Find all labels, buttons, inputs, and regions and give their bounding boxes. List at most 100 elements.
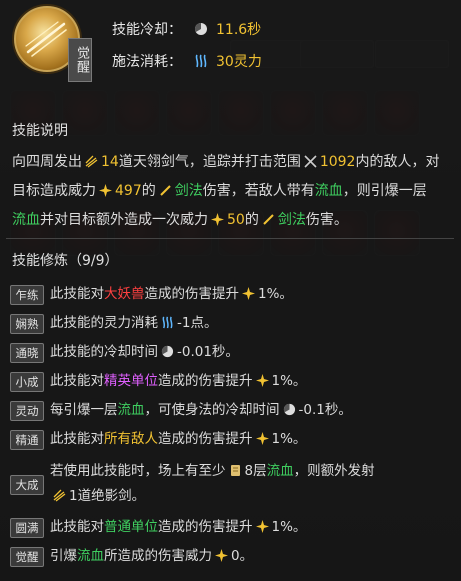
mod-desc: ，则额外发射: [293, 463, 375, 479]
mod-text: 引爆流血所造成的伤害威力 0。: [50, 547, 253, 566]
mod-desc: 此技能对: [50, 286, 104, 302]
desc-text: 向四周发出: [12, 154, 82, 170]
mod-value: 1%。: [271, 373, 307, 389]
skill-header: 觉醒 技能冷却： 11.6秒 施法消耗： 30灵力: [0, 0, 461, 88]
mod-keyword: 流血: [117, 402, 145, 418]
desc-text: 目标造成威力: [12, 183, 96, 199]
mod-value: -0.1秒。: [298, 402, 352, 418]
desc-text: 的: [141, 183, 156, 199]
mod-desc: 所造成的伤害威力: [104, 548, 212, 564]
mod-text: 每引爆一层流血，可使身法的冷却时间 -0.1秒。: [50, 401, 352, 420]
mod-desc: 此技能的灵力消耗: [50, 315, 158, 331]
mod-desc: 此技能对: [50, 431, 104, 447]
mod-value: -1点。: [177, 315, 218, 331]
mod-tag: 大成: [10, 475, 44, 495]
cooldown-value: 11.6秒: [216, 22, 262, 38]
mod-text: 此技能的冷却时间 -0.01秒。: [50, 343, 239, 362]
mod-value: 1%。: [271, 431, 307, 447]
power-star-icon: [215, 549, 228, 562]
mod-tag: 小成: [10, 372, 44, 392]
mod-tag: 娴熟: [10, 314, 44, 334]
mod-keyword: 精英单位: [104, 373, 158, 389]
desc-text: 并对目标额外造成一次威力: [40, 212, 208, 228]
description-title: 技能说明: [12, 123, 68, 139]
desc-keyword: 剑法: [277, 212, 306, 228]
mod-text: 此技能对所有敌人造成的伤害提升 1%。: [50, 430, 306, 449]
power-star-icon: [255, 520, 269, 533]
mod-keyword: 普通单位: [104, 519, 158, 535]
mod-desc: 此技能对: [50, 373, 104, 389]
mod-desc: 引爆: [50, 548, 77, 564]
cooldown-clock-icon: [194, 22, 208, 36]
section-divider: [6, 238, 454, 239]
mod-keyword: 8层: [244, 463, 267, 479]
awaken-badge: 觉醒: [68, 38, 92, 82]
mod-value: 1%。: [271, 519, 307, 535]
desc-text: 内的敌人，对: [355, 154, 440, 170]
power-star-icon: [255, 432, 269, 445]
spirit-wave-icon: [161, 316, 174, 329]
mod-tag: 精通: [10, 430, 44, 450]
mod-desc: 每引爆一层: [50, 402, 118, 418]
power-star-icon: [242, 287, 255, 300]
mod-tag: 通晓: [10, 343, 44, 363]
mod-desc: 造成的伤害提升: [158, 519, 253, 535]
list-item: 大成 若使用此技能时，场上有至少 8层流血，则额外发射 1道绝影剑。: [10, 459, 456, 509]
skill-tooltip-screen: 觉醒 技能冷却： 11.6秒 施法消耗： 30灵力 技能说明 向四周发出 14道天…: [0, 0, 461, 581]
mod-tag: 觉醒: [10, 547, 44, 567]
mod-desc: 造成的伤害提升: [158, 431, 253, 447]
cultivation-title: 技能修炼（9/9）: [12, 253, 119, 269]
mod-tag: 灵动: [10, 401, 44, 421]
mod-text: 此技能对精英单位造成的伤害提升 1%。: [50, 372, 306, 391]
mod-text: 此技能对大妖兽造成的伤害提升 1%。: [50, 285, 293, 304]
sword-qi-icon: [85, 150, 98, 168]
mod-text: 此技能对普通单位造成的伤害提升 1%。: [50, 518, 306, 537]
sword-qi-icon: [53, 486, 66, 502]
desc-range: 1092: [319, 154, 356, 170]
range-cross-icon: [304, 150, 317, 168]
desc-keyword: 流血: [12, 212, 40, 228]
mod-text: 此技能的灵力消耗 -1点。: [50, 314, 217, 333]
stack-scroll-icon: [229, 461, 242, 476]
mod-keyword: 流血: [77, 548, 104, 564]
cost-row: 施法消耗： 30灵力: [112, 50, 262, 72]
desc-count: 14: [101, 154, 119, 170]
mod-tag: 圆满: [10, 518, 44, 538]
mod-keyword: 流血: [266, 463, 294, 479]
desc-power: 50: [227, 212, 245, 228]
power-star-icon: [211, 208, 224, 226]
mod-desc: 造成的伤害提升: [158, 373, 253, 389]
mod-value: 0。: [231, 548, 254, 564]
mod-keyword: 所有敌人: [104, 431, 158, 447]
sword-icon: [159, 179, 172, 196]
mod-desc: ，可使身法的冷却时间: [144, 402, 280, 418]
desc-text: 伤害。: [305, 212, 348, 228]
desc-text: 的: [244, 212, 259, 228]
power-star-icon: [99, 179, 112, 197]
cooldown-clock-icon: [283, 403, 296, 416]
desc-keyword: 流血: [314, 183, 343, 199]
desc-text: ，则引爆一层: [342, 183, 427, 199]
mod-tag: 乍练: [10, 285, 44, 305]
power-star-icon: [255, 374, 269, 387]
mod-keyword: 大妖兽: [104, 286, 145, 302]
cooldown-row: 技能冷却： 11.6秒: [112, 18, 261, 40]
desc-text: 道天翎剑气，追踪并打击范围: [118, 154, 301, 170]
desc-power: 497: [115, 183, 142, 199]
mod-value: -0.01秒。: [177, 344, 239, 360]
mod-desc: 若使用此技能时，场上有至少: [50, 463, 226, 479]
cost-label: 施法消耗：: [112, 54, 182, 70]
mod-value: 1道绝影剑。: [69, 488, 146, 504]
skill-description: 向四周发出 14道天翎剑气，追踪并打击范围 1092内的敌人，对 目标造成威力 497…: [12, 148, 452, 235]
spirit-wave-icon: [194, 54, 208, 68]
mod-text: 若使用此技能时，场上有至少 8层流血，则额外发射 1道绝影剑。: [50, 459, 375, 509]
cooldown-label: 技能冷却：: [112, 22, 182, 38]
mod-desc: 造成的伤害提升: [144, 286, 240, 302]
desc-keyword: 剑法: [174, 183, 203, 199]
cost-value: 30灵力: [216, 54, 262, 70]
mod-value: 1%。: [258, 286, 293, 302]
mod-desc: 此技能对: [50, 519, 104, 535]
cooldown-clock-icon: [161, 345, 174, 358]
sword-icon: [262, 208, 275, 225]
desc-text: 伤害，若敌人带有: [202, 183, 315, 199]
